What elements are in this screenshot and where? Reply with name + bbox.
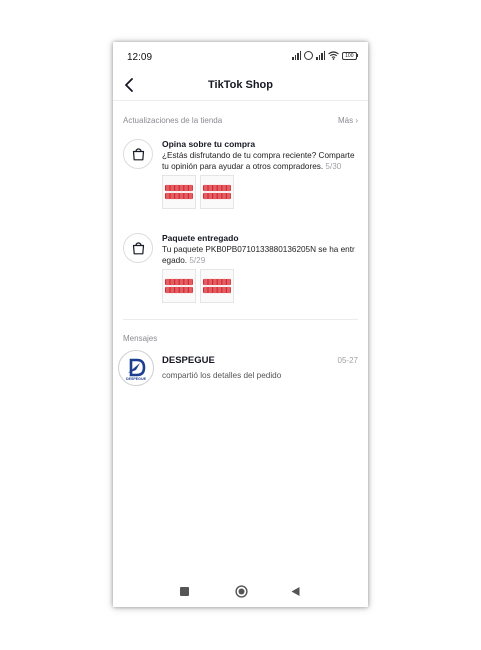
phone-screen: 12:09 100 TikTok Shop Actualizaciones de… — [113, 42, 368, 607]
update-title: Paquete entregado — [162, 233, 239, 243]
product-image — [203, 183, 231, 200]
status-icons: 100 — [292, 51, 358, 60]
status-bar: 12:09 100 — [113, 42, 368, 72]
chat-preview: compartió los detalles del pedido — [162, 371, 282, 380]
chat-date: 05-27 — [337, 356, 358, 365]
back-triangle-icon[interactable] — [290, 586, 301, 597]
status-time: 12:09 — [127, 52, 153, 63]
bag-icon-circle — [123, 139, 153, 169]
alarm-icon — [304, 51, 314, 60]
update-date: 5/29 — [189, 256, 206, 266]
messages-section-label: Mensajes — [123, 334, 158, 343]
avatar: DESPEGUE — [118, 350, 154, 386]
product-thumbnail[interactable] — [200, 268, 234, 303]
page-title: TikTok Shop — [208, 79, 273, 91]
product-thumbnail[interactable] — [162, 174, 196, 209]
update-text: ¿Estás disfrutando de tu compra reciente… — [162, 151, 355, 172]
chat-name: DESPEGUE — [162, 355, 215, 366]
product-image — [203, 277, 231, 294]
updates-section-label: Actualizaciones de la tienda — [123, 116, 223, 125]
update-text: Tu paquete PKB0PB0710133880136205N se ha… — [162, 245, 355, 266]
more-link[interactable]: Más › — [338, 116, 358, 125]
recents-button[interactable] — [180, 587, 189, 596]
product-thumbnails — [162, 268, 358, 303]
wifi-icon — [328, 51, 339, 60]
product-thumbnails — [162, 174, 358, 209]
despegue-logo-icon: DESPEGUE — [126, 358, 147, 381]
svg-text:DESPEGUE: DESPEGUE — [126, 377, 147, 381]
battery-level: 100 — [342, 51, 357, 60]
product-image — [165, 183, 193, 200]
more-label[interactable]: Más — [338, 116, 353, 125]
product-thumbnail[interactable] — [200, 174, 234, 209]
shopping-bag-icon — [132, 148, 145, 161]
chat-row[interactable]: DESPEGUE DESPEGUE compartió los detalles… — [117, 350, 364, 390]
header: TikTok Shop — [113, 72, 368, 101]
shopping-bag-icon — [132, 242, 145, 255]
signal-icon — [292, 51, 302, 60]
home-button[interactable] — [235, 585, 248, 598]
system-navigation-bar — [113, 580, 368, 607]
product-thumbnail[interactable] — [162, 268, 196, 303]
bag-icon-circle — [123, 233, 153, 263]
update-date: 5/30 — [325, 162, 342, 172]
product-image — [165, 277, 193, 294]
section-divider — [123, 319, 358, 320]
battery-icon: 100 — [342, 51, 358, 60]
signal-icon-2 — [316, 51, 326, 60]
update-title: Opina sobre tu compra — [162, 139, 256, 149]
